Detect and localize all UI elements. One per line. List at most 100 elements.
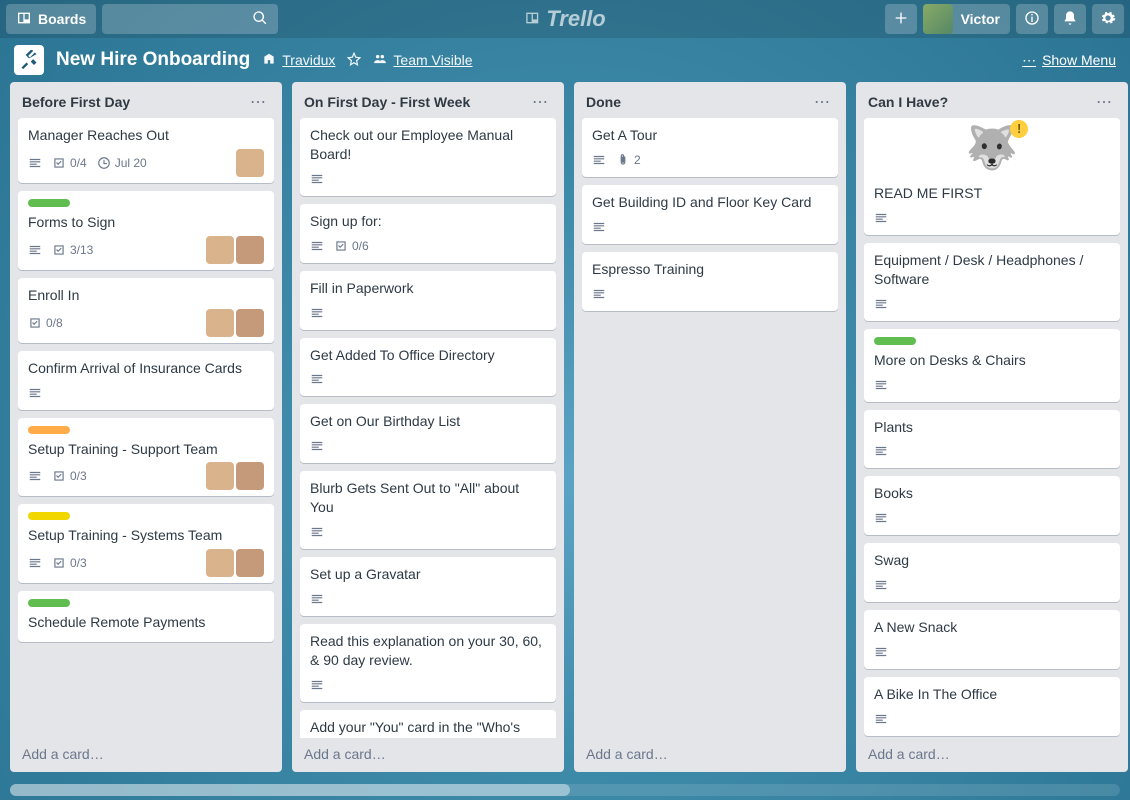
card[interactable]: Confirm Arrival of Insurance Cards (18, 351, 274, 410)
list-title[interactable]: Before First Day (22, 94, 246, 110)
member-avatar[interactable] (206, 236, 234, 264)
description-icon (874, 712, 888, 726)
card-members (206, 462, 264, 490)
card-label[interactable] (28, 426, 70, 434)
board-canvas[interactable]: Before First Day ⋯ Manager Reaches Out0/… (0, 82, 1130, 782)
card-badges (874, 574, 1110, 596)
boards-button[interactable]: Boards (6, 4, 96, 34)
visibility-link[interactable]: Team Visible (373, 52, 472, 69)
card[interactable]: Setup Training - Systems Team0/3 (18, 504, 274, 583)
card[interactable]: Set up a Gravatar (300, 557, 556, 616)
member-avatar[interactable] (206, 309, 234, 337)
member-avatar[interactable] (236, 236, 264, 264)
list: Before First Day ⋯ Manager Reaches Out0/… (10, 82, 282, 772)
card[interactable]: A New Snack (864, 610, 1120, 669)
card[interactable]: Enroll In0/8 (18, 278, 274, 343)
board-title[interactable]: New Hire Onboarding (56, 49, 250, 71)
card-title: Swag (874, 551, 1110, 570)
card-badges: 2 (592, 149, 828, 171)
card[interactable]: 🐺READ ME FIRST (864, 118, 1120, 235)
card[interactable]: Equipment / Desk / Headphones / Software (864, 243, 1120, 321)
card-label[interactable] (28, 199, 70, 207)
card[interactable]: Get Added To Office Directory (300, 338, 556, 397)
card[interactable]: A Bike In The Office (864, 677, 1120, 736)
card-title: Get A Tour (592, 126, 828, 145)
list: Done ⋯ Get A Tour 2 Get Building ID and Fl… (574, 82, 846, 772)
trello-logo[interactable]: Trello (524, 6, 606, 32)
card[interactable]: Manager Reaches Out0/4Jul 20 (18, 118, 274, 183)
card[interactable]: Add your "You" card in the "Who's Who" l… (300, 710, 556, 738)
card[interactable]: More on Desks & Chairs (864, 329, 1120, 402)
card-badges (310, 588, 546, 610)
scrollbar-thumb[interactable] (10, 784, 570, 796)
description-icon (874, 378, 888, 392)
settings-button[interactable] (1092, 4, 1124, 34)
list-cards: Get A Tour 2 Get Building ID and Floor Key… (574, 118, 846, 738)
member-avatar[interactable] (236, 309, 264, 337)
card[interactable]: Plants (864, 410, 1120, 469)
checklist-badge: 0/3 (52, 469, 87, 483)
card-badges: 0/4Jul 20 (28, 149, 264, 177)
card-badges: 3/13 (28, 236, 264, 264)
add-card-button[interactable]: Add a card… (574, 738, 846, 772)
add-card-button[interactable]: Add a card… (856, 738, 1128, 772)
boards-label: Boards (38, 11, 86, 27)
card-label[interactable] (28, 599, 70, 607)
card[interactable]: Swag (864, 543, 1120, 602)
org-icon (262, 52, 276, 69)
description-icon (874, 645, 888, 659)
description-icon (28, 386, 42, 400)
list-title[interactable]: Done (586, 94, 810, 110)
card-title: A New Snack (874, 618, 1110, 637)
card[interactable]: Espresso Training (582, 252, 838, 311)
card-label[interactable] (28, 512, 70, 520)
card[interactable]: Read this explanation on your 30, 60, & … (300, 624, 556, 702)
list-menu-button[interactable]: ⋯ (528, 92, 552, 112)
show-menu-button[interactable]: ⋯ Show Menu (1022, 52, 1116, 69)
search-button[interactable] (102, 4, 278, 34)
board-icon (16, 10, 32, 29)
card[interactable]: Fill in Paperwork (300, 271, 556, 330)
card-badges (874, 641, 1110, 663)
org-link[interactable]: Travidux (262, 52, 335, 69)
description-icon (874, 297, 888, 311)
list-menu-button[interactable]: ⋯ (1092, 92, 1116, 112)
member-avatar[interactable] (206, 462, 234, 490)
plus-icon (893, 10, 909, 29)
description-icon (310, 306, 324, 320)
member-avatar[interactable] (206, 549, 234, 577)
card[interactable]: Setup Training - Support Team0/3 (18, 418, 274, 497)
card[interactable]: Blurb Gets Sent Out to "All" about You (300, 471, 556, 549)
user-menu[interactable]: Victor (923, 4, 1010, 34)
board-avatar-icon (14, 45, 44, 75)
card[interactable]: Get Building ID and Floor Key Card (582, 185, 838, 244)
info-button[interactable] (1016, 4, 1048, 34)
star-button[interactable] (347, 52, 361, 69)
card[interactable]: Sign up for:0/6 (300, 204, 556, 263)
card-label[interactable] (874, 337, 916, 345)
card[interactable]: Get A Tour 2 (582, 118, 838, 177)
card-badges (874, 207, 1110, 229)
member-avatar[interactable] (236, 149, 264, 177)
card[interactable]: Schedule Remote Payments (18, 591, 274, 642)
list-header: Done ⋯ (574, 82, 846, 118)
member-avatar[interactable] (236, 549, 264, 577)
attachment-badge: 2 (616, 153, 641, 167)
add-card-button[interactable]: Add a card… (10, 738, 282, 772)
card-badges (310, 368, 546, 390)
list-title[interactable]: On First Day - First Week (304, 94, 528, 110)
card[interactable]: Get on Our Birthday List (300, 404, 556, 463)
add-card-button[interactable]: Add a card… (292, 738, 564, 772)
list-menu-button[interactable]: ⋯ (810, 92, 834, 112)
description-icon (28, 243, 42, 257)
list-menu-button[interactable]: ⋯ (246, 92, 270, 112)
card[interactable]: Books (864, 476, 1120, 535)
create-button[interactable] (885, 4, 917, 34)
horizontal-scrollbar[interactable] (10, 784, 1120, 796)
list-title[interactable]: Can I Have? (868, 94, 1092, 110)
member-avatar[interactable] (236, 462, 264, 490)
card-badges (592, 216, 828, 238)
card[interactable]: Check out our Employee Manual Board! (300, 118, 556, 196)
notifications-button[interactable] (1054, 4, 1086, 34)
card[interactable]: Forms to Sign3/13 (18, 191, 274, 270)
